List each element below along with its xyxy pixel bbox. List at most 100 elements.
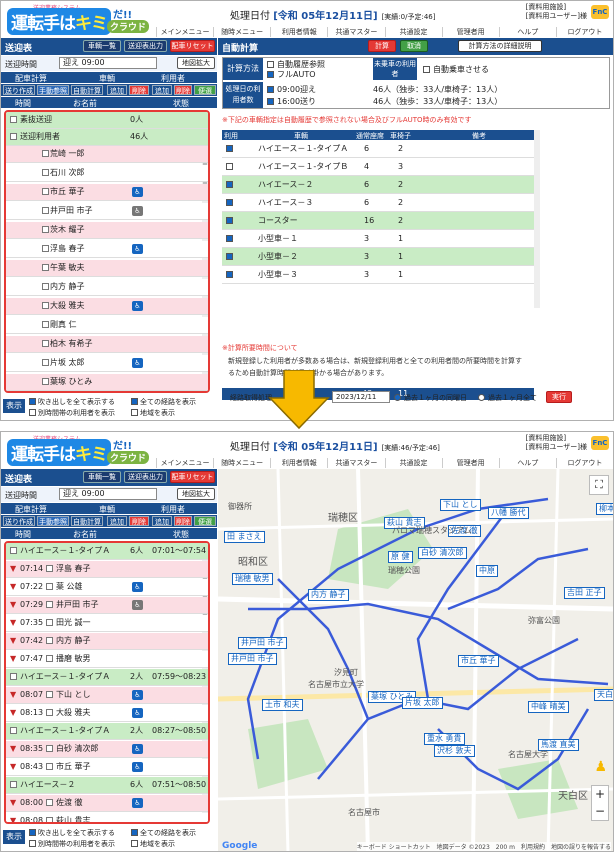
vehicle-row[interactable]: ハイエース－３ 6 2 [222, 194, 534, 212]
vehicle-use-checkbox[interactable] [226, 253, 233, 260]
user-row[interactable]: 石川 次郎 [6, 165, 208, 182]
user-row[interactable]: 井戸田 市子 ♿ [6, 203, 208, 220]
vehicle-use-checkbox[interactable] [226, 271, 233, 278]
trip1-check[interactable]: 09:00迎え [267, 84, 316, 95]
menu-admin[interactable]: 管理者用 [441, 27, 499, 37]
vehicle-row[interactable]: 小型車－１ 3 1 [222, 230, 534, 248]
group-checkbox[interactable] [10, 116, 17, 123]
menu-help[interactable]: ヘルプ [498, 27, 556, 37]
auto-calc-button-2[interactable]: 自動計算 [71, 516, 103, 526]
route-stop-row[interactable]: ▼ 07:14 浮島 春子 [6, 561, 208, 578]
menu-user-info[interactable]: 利用者情報 [270, 27, 327, 37]
map-balloon[interactable]: 土市 和夫 [262, 699, 303, 711]
menu-master[interactable]: 共通マスター [327, 27, 384, 37]
vehicle-row[interactable]: 小型車－３ 3 1 [222, 266, 534, 284]
vehicle-row[interactable]: 小型車－２ 3 1 [222, 248, 534, 266]
opt-show-routes-2[interactable]: 全ての経路を表示 [131, 828, 196, 838]
vehicle-group-row[interactable]: ハイエース－１-タイプＡ 6人 07:01～07:54 [6, 543, 208, 560]
opt-show-balloons-2[interactable]: 吹き出しを全て表示する [29, 828, 115, 838]
map-balloon[interactable]: 八幡 勝代 [488, 507, 529, 519]
route-stop-row[interactable]: ▼ 07:42 内方 静子 [6, 633, 208, 650]
route-stop-row[interactable]: ▼ 08:43 市丘 華子 ♿ [6, 759, 208, 776]
chevron-down-icon[interactable]: ▼ [10, 705, 16, 721]
menu-anytime[interactable]: 随時メニュー [213, 27, 270, 37]
user-checkbox[interactable] [42, 245, 49, 252]
vehicle-use-checkbox[interactable] [226, 163, 233, 170]
route-stop-row[interactable]: ▼ 07:29 井戸田 市子 ♿ [6, 597, 208, 614]
display-button[interactable]: 表示 [3, 399, 25, 413]
calc-button[interactable]: 計算 [368, 40, 396, 52]
user-delete-button-2[interactable]: 削除 [174, 516, 192, 526]
stop-checkbox[interactable] [46, 763, 53, 770]
sheet-output-button-2[interactable]: 送迎表出力 [124, 471, 167, 483]
chevron-down-icon[interactable]: ▼ [10, 759, 16, 775]
vehicle-use-checkbox[interactable] [226, 181, 233, 188]
map-balloon[interactable]: 天白 [594, 689, 613, 701]
route-stop-row[interactable]: ▼ 07:35 田光 誠一 [6, 615, 208, 632]
chevron-down-icon[interactable]: ▼ [10, 813, 16, 822]
chevron-down-icon[interactable]: ▼ [10, 651, 16, 667]
radio-all-month[interactable]: 過去１ヶ月全て [478, 393, 537, 403]
display-button-2[interactable]: 表示 [3, 830, 25, 844]
dispatch-reset-button-2[interactable]: 配車リセット [170, 471, 215, 483]
cancel-button[interactable]: 取消 [400, 40, 428, 52]
map-balloon[interactable]: 田 まさえ [224, 531, 265, 543]
vehicle-use-checkbox[interactable] [226, 145, 233, 152]
time-select-2[interactable]: 迎え 09:00 [59, 488, 157, 500]
dispatch-reset-button[interactable]: 配車リセット [170, 40, 215, 52]
map-balloon[interactable]: 柳本 有 [596, 503, 613, 515]
user-row[interactable]: 午葉 敏夫 [6, 260, 208, 277]
user-row[interactable]: 市丘 華子 ♿ [6, 184, 208, 201]
map-balloon[interactable]: 重水 勇貴 [424, 733, 465, 745]
user-row[interactable]: 大殺 雅夫 ♿ [6, 298, 208, 315]
menu-common-settings[interactable]: 共通設定 [384, 27, 442, 37]
time-select[interactable]: 迎え 09:00 [59, 57, 157, 69]
user-checkbox[interactable] [42, 378, 49, 385]
route-stop-row[interactable]: ▼ 08:08 萩山 貴志 [6, 813, 208, 822]
chevron-down-icon[interactable]: ▼ [10, 741, 16, 757]
user-row[interactable]: 浮島 春子 ♿ [6, 241, 208, 258]
stop-checkbox[interactable] [46, 655, 53, 662]
radio-same-weekday[interactable]: 過去１ヶ月の同曜日 [394, 393, 467, 403]
vehicle-row[interactable]: ハイエース－１-タイプＡ 6 2 [222, 140, 534, 158]
vehicle-use-checkbox[interactable] [226, 235, 233, 242]
user-checkbox[interactable] [42, 207, 49, 214]
stop-checkbox[interactable] [46, 583, 53, 590]
map-balloon[interactable]: 中原 [476, 565, 498, 577]
vehicle-add-button[interactable]: 追加 [107, 85, 127, 95]
vehicle-checkbox[interactable] [10, 547, 17, 554]
app-badge-icon-2[interactable]: FnC [591, 436, 609, 450]
date-value[interactable]: [令和 05年12月11日] [273, 11, 377, 22]
manual-ref-button[interactable]: 手動参照 [37, 85, 69, 95]
trip2-check[interactable]: 16:00送り [267, 96, 316, 107]
create-dropoff-button[interactable]: 送り作成 [3, 85, 35, 95]
menu-logout[interactable]: ログアウト [555, 27, 613, 37]
user-checkbox[interactable] [42, 359, 49, 366]
user-checkbox[interactable] [42, 150, 49, 157]
chevron-down-icon[interactable]: ▼ [10, 597, 16, 613]
opt-fullauto[interactable]: フルAUTO [267, 69, 316, 80]
user-row[interactable]: 荒崎 一郎 [6, 146, 208, 163]
stop-checkbox[interactable] [46, 637, 53, 644]
user-row[interactable]: 茨木 耀子 [6, 222, 208, 239]
user-checkbox[interactable] [42, 226, 49, 233]
opt-show-routes[interactable]: 全ての経路を表示 [131, 397, 196, 407]
user-checkbox[interactable] [42, 283, 49, 290]
menu-common-settings-2[interactable]: 共通設定 [384, 458, 442, 468]
user-checkbox[interactable] [42, 321, 49, 328]
stop-checkbox[interactable] [46, 619, 53, 626]
menu-main-2[interactable]: メインメニュー [156, 458, 213, 468]
create-dropoff-button-2[interactable]: 送り作成 [3, 516, 35, 526]
stop-checkbox[interactable] [46, 691, 53, 698]
group-checkbox[interactable] [10, 133, 17, 140]
vehicle-group-row[interactable]: ハイエース－２ 6人 07:51～08:50 [6, 777, 208, 794]
map-balloon[interactable]: 白砂 清次郎 [418, 547, 467, 559]
user-row[interactable]: 片坂 太郎 ♿ [6, 355, 208, 372]
user-delete-button[interactable]: 削除 [174, 85, 192, 95]
opt-show-area[interactable]: 地域を表示 [131, 408, 175, 418]
user-checkbox[interactable] [42, 169, 49, 176]
fullscreen-icon[interactable]: ⛶ [589, 475, 609, 495]
stop-checkbox[interactable] [46, 601, 53, 608]
manual-ref-button-2[interactable]: 手動参照 [37, 516, 69, 526]
map-balloon[interactable]: 市丘 華子 [458, 655, 499, 667]
